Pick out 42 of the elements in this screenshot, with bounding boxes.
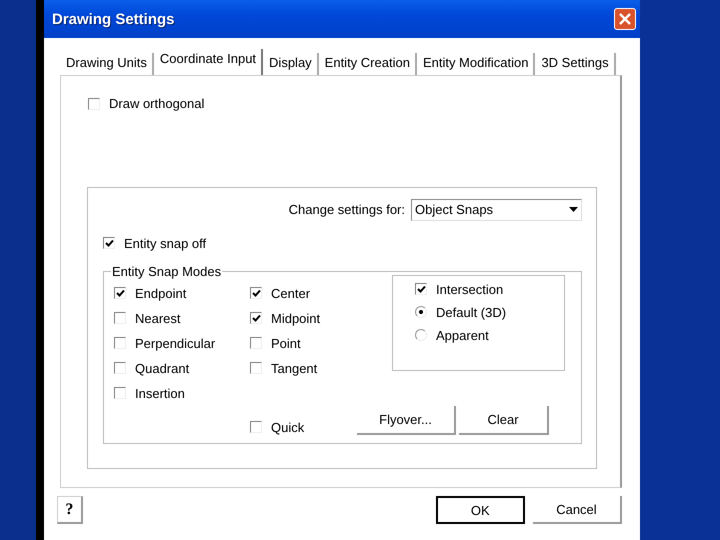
checkbox-label: Endpoint [135,286,186,300]
checkbox[interactable] [114,337,126,349]
checkbox[interactable] [250,362,262,374]
checkbox[interactable] [88,98,100,110]
radio-label: Apparent [436,328,489,342]
checkbox[interactable] [114,362,126,374]
radio-label: Default (3D) [436,304,506,320]
checkbox[interactable] [250,312,262,324]
checkbox-label: Center [271,286,310,300]
checkbox[interactable] [103,237,115,249]
checkbox[interactable] [250,421,262,433]
field-label: Change settings for: [288,202,405,217]
close-button[interactable] [614,8,636,30]
checkbox-label: Point [271,336,301,350]
checkbox-label: Entity snap off [124,236,206,250]
group-title: Entity Snap Modes [111,264,222,278]
radio-button[interactable] [415,329,427,341]
radio-button[interactable] [415,306,427,318]
checkbox[interactable] [415,283,427,295]
dialog-button[interactable]: Cancel [532,496,622,524]
checkbox-label: Draw orthogonal [109,96,204,111]
close-icon [619,13,631,25]
checkbox-label: Midpoint [271,310,320,326]
checkbox-label: Quadrant [135,360,190,376]
action-button[interactable]: Clear [459,406,549,434]
checkbox-label: Intersection [436,282,504,296]
settings-dropdown[interactable]: Object Snaps [411,198,582,220]
checkbox[interactable] [250,287,262,299]
checkbox-label: Quick [271,420,304,434]
checkbox-label: Tangent [271,360,318,376]
checkbox[interactable] [114,312,126,324]
dialog-button[interactable]: OK [436,496,525,524]
dropdown-arrow-icon [569,207,578,212]
checkbox[interactable] [114,287,126,299]
checkbox[interactable] [250,337,262,349]
action-button[interactable]: Flyover... [357,406,456,434]
window-title: Drawing Settings [52,10,175,28]
checkbox[interactable] [114,387,126,399]
checkbox-label: Nearest [135,310,181,326]
checkbox-label: Insertion [135,386,185,400]
checkbox-label: Perpendicular [135,336,216,350]
help-button[interactable]: ? [57,496,83,524]
